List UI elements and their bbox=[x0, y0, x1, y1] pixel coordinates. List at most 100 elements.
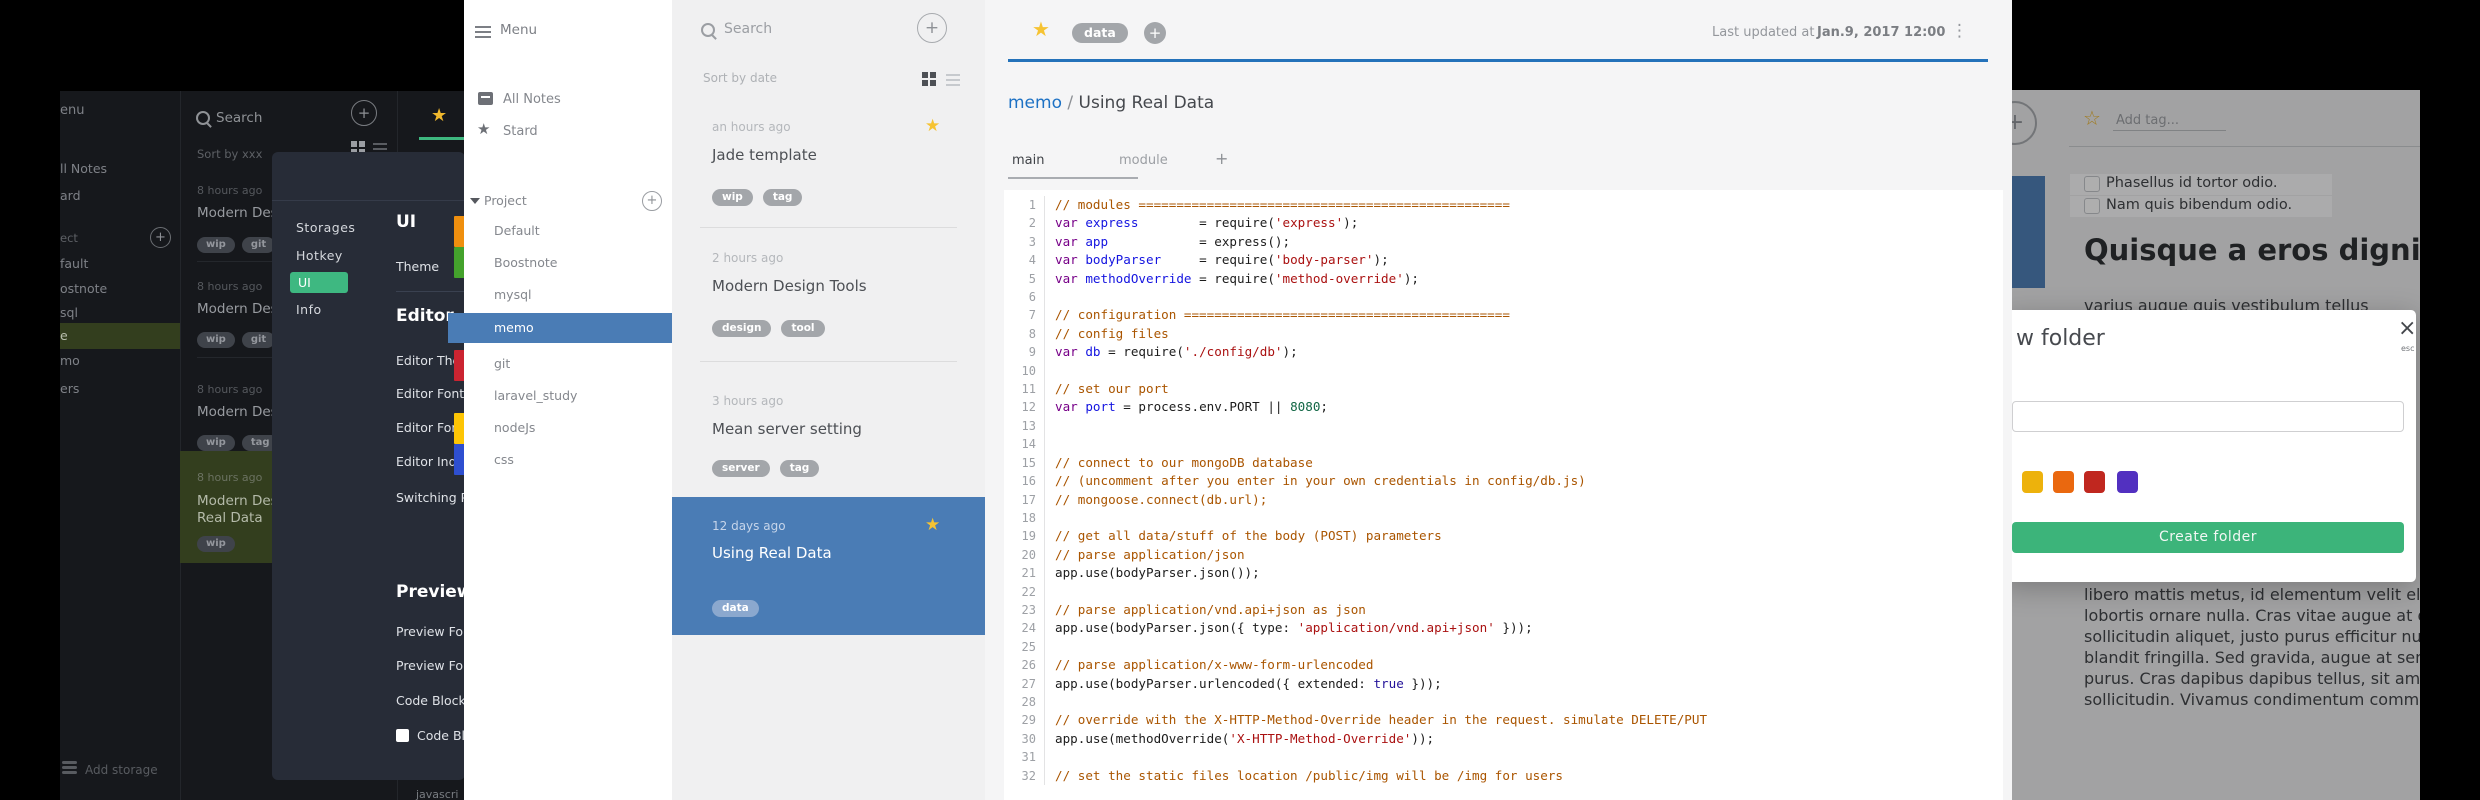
sidebar-folder-nodejs[interactable]: nodeJs bbox=[494, 420, 535, 435]
dark-folder[interactable]: ers bbox=[60, 381, 79, 396]
tag-pill[interactable]: wip bbox=[197, 237, 235, 253]
list-view-icon[interactable] bbox=[373, 143, 387, 145]
tag-pill[interactable]: git bbox=[241, 237, 276, 253]
search-icon bbox=[701, 23, 715, 37]
tag-pill[interactable]: server bbox=[712, 460, 770, 477]
tag-pill[interactable]: wip bbox=[197, 435, 235, 451]
settings-panel: Storages Hotkey UI Info UI Theme Editor … bbox=[272, 152, 465, 780]
star-toggle-icon[interactable]: ★ bbox=[1032, 17, 1050, 41]
dark-sidebar-item-starred[interactable]: ard bbox=[60, 188, 81, 203]
grid-view-icon[interactable] bbox=[922, 72, 936, 86]
folder-color-swatch[interactable] bbox=[2084, 471, 2105, 493]
close-icon[interactable]: × bbox=[2398, 316, 2416, 341]
settings-row: Code Block Theme bbox=[396, 693, 465, 708]
add-tag-button[interactable]: + bbox=[1144, 22, 1166, 44]
star-icon[interactable]: ★ bbox=[925, 116, 940, 136]
note-card[interactable]: an hours ago ★ Jade template wip tag bbox=[672, 100, 985, 227]
note-time: 8 hours ago bbox=[197, 184, 263, 197]
note-card[interactable]: 2 hours ago Modern Design Tools design to… bbox=[672, 231, 985, 361]
menu-icon[interactable] bbox=[475, 26, 491, 28]
dark-sidebar-item-all-notes[interactable]: ll Notes bbox=[60, 161, 107, 176]
tab-main-active[interactable]: main bbox=[1012, 153, 1044, 168]
list-view-icon[interactable] bbox=[946, 74, 960, 76]
tab-module[interactable]: module bbox=[1119, 153, 1168, 168]
sidebar-folder-git[interactable]: git bbox=[494, 356, 510, 371]
settings-nav-ui-label: UI bbox=[298, 275, 311, 290]
sidebar-folder-memo-selected[interactable]: memo bbox=[448, 313, 672, 343]
breadcrumb: memo / Using Real Data bbox=[1008, 93, 1214, 113]
star-icon[interactable]: ★ bbox=[925, 515, 940, 535]
dark-sort-label[interactable]: Sort by xxx bbox=[197, 147, 262, 161]
note-tags: wip git bbox=[197, 327, 282, 348]
new-tab-button[interactable]: + bbox=[1215, 149, 1228, 168]
breadcrumb-folder[interactable]: memo bbox=[1008, 93, 1062, 113]
folder-name-input[interactable] bbox=[2012, 401, 2404, 432]
tag-pill[interactable]: tag bbox=[779, 460, 820, 477]
more-options-icon[interactable]: ⋮ bbox=[1951, 21, 1968, 41]
settings-nav-info[interactable]: Info bbox=[296, 302, 322, 317]
note-title[interactable]: Modern Des bbox=[197, 301, 278, 317]
search-input[interactable]: Search bbox=[724, 21, 772, 37]
dark-project-label[interactable]: ect bbox=[60, 231, 78, 245]
sidebar-folder-mysql[interactable]: mysql bbox=[494, 287, 532, 302]
create-folder-button[interactable]: Create folder bbox=[2012, 522, 2404, 553]
folder-color-swatch[interactable] bbox=[2117, 471, 2138, 493]
settings-row: Preview Font Size bbox=[396, 624, 465, 639]
tag-pill[interactable]: wip bbox=[197, 536, 235, 552]
sidebar-folder-laravel-study[interactable]: laravel_study bbox=[494, 388, 577, 403]
note-time: 8 hours ago bbox=[197, 280, 263, 293]
sidebar-folder-boostnote[interactable]: Boostnote bbox=[494, 255, 557, 270]
settings-nav-storages[interactable]: Storages bbox=[296, 220, 355, 235]
settings-checkbox[interactable] bbox=[396, 729, 409, 742]
dark-folder[interactable]: fault bbox=[60, 256, 88, 271]
note-card[interactable]: 3 hours ago Mean server setting server ta… bbox=[672, 374, 985, 497]
dark-add-folder-button[interactable]: + bbox=[150, 227, 171, 248]
note-tags: wip tag bbox=[712, 185, 812, 206]
active-tab-underline bbox=[419, 137, 464, 140]
sidebar-item-starred[interactable]: Stard bbox=[503, 124, 538, 139]
dark-folder[interactable]: ostnote bbox=[60, 281, 107, 296]
divider bbox=[396, 291, 465, 292]
chevron-down-icon[interactable] bbox=[470, 198, 480, 204]
tag-pill[interactable]: tool bbox=[781, 320, 825, 337]
settings-nav-hotkey[interactable]: Hotkey bbox=[296, 248, 343, 263]
note-title: Using Real Data bbox=[712, 544, 832, 562]
note-title: Jade template bbox=[712, 146, 817, 164]
dark-folder[interactable]: mo bbox=[60, 353, 80, 368]
add-folder-button[interactable]: + bbox=[642, 191, 662, 211]
sidebar-folder-css[interactable]: css bbox=[494, 452, 514, 467]
folder-color-swatch[interactable] bbox=[2022, 471, 2043, 493]
breadcrumb-title: Using Real Data bbox=[1078, 93, 1215, 113]
sidebar-project-label[interactable]: Project bbox=[484, 193, 527, 208]
dark-new-note-button[interactable]: + bbox=[351, 100, 377, 126]
note-card-selected[interactable]: 12 days ago ★ Using Real Data data bbox=[672, 497, 985, 635]
new-folder-modal: w folder × esc Create folder bbox=[2012, 310, 2416, 582]
dark-folder-selected-row[interactable] bbox=[60, 323, 180, 349]
tag-pill[interactable]: tag bbox=[762, 189, 803, 206]
menu-button[interactable]: Menu bbox=[500, 22, 537, 38]
tag-pill[interactable]: git bbox=[241, 332, 276, 348]
code-editor[interactable]: 1// modules ============================… bbox=[1004, 190, 2003, 800]
tag-pill[interactable]: wip bbox=[712, 189, 753, 206]
all-notes-icon bbox=[478, 92, 493, 105]
note-title[interactable]: Modern Des bbox=[197, 205, 278, 221]
tag-pill[interactable]: data bbox=[712, 600, 759, 617]
sidebar-item-all-notes[interactable]: All Notes bbox=[503, 92, 561, 107]
sidebar-folder-default[interactable]: Default bbox=[494, 223, 540, 238]
grid-view-icon[interactable] bbox=[351, 141, 365, 155]
tag-pill[interactable]: design bbox=[712, 320, 772, 337]
tag-pill[interactable]: wip bbox=[197, 332, 235, 348]
active-tab-underline bbox=[1008, 177, 1138, 179]
add-storage-button[interactable]: Add storage bbox=[85, 763, 158, 777]
folder-color-swatch[interactable] bbox=[2053, 471, 2074, 493]
note-tag-pill[interactable]: data bbox=[1072, 23, 1128, 43]
note-time: 12 days ago bbox=[712, 519, 786, 533]
dark-search-input[interactable]: Search bbox=[216, 110, 262, 126]
new-note-button[interactable]: + bbox=[917, 13, 947, 43]
star-icon[interactable]: ★ bbox=[431, 105, 447, 126]
sort-by-dropdown[interactable]: Sort by date bbox=[703, 71, 777, 85]
dark-folder[interactable]: sql bbox=[60, 305, 78, 320]
settings-theme-label: Theme bbox=[396, 259, 440, 274]
settings-nav-ui-active[interactable]: UI bbox=[290, 272, 348, 293]
note-title[interactable]: Modern Des bbox=[197, 404, 278, 420]
